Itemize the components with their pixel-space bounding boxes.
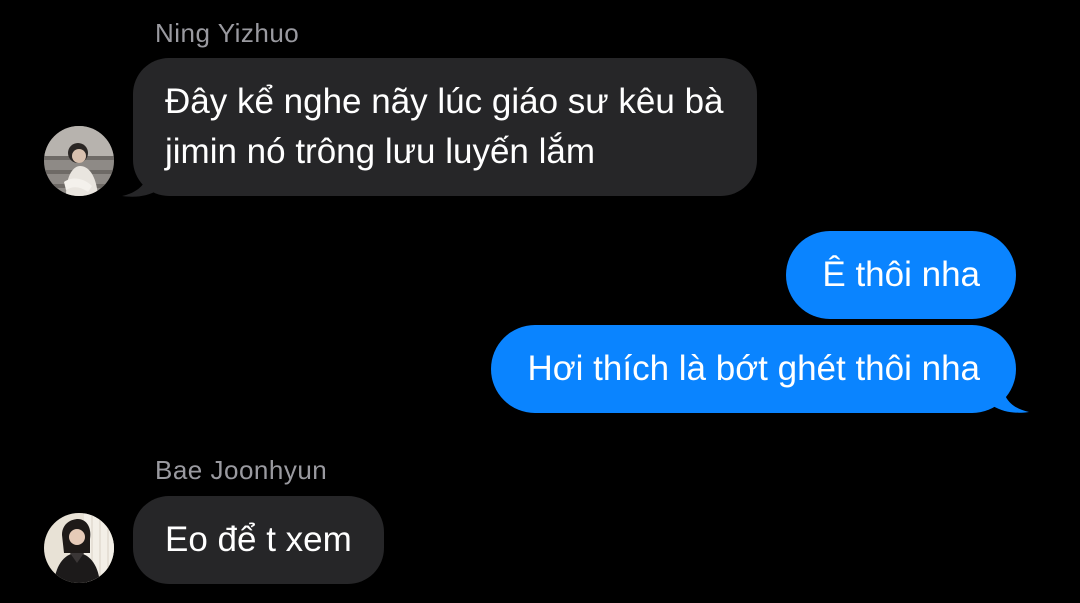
- message-text: Eo để t xem: [165, 520, 352, 559]
- avatar[interactable]: [44, 126, 114, 196]
- message-text-line: jimin nó trông lưu luyến lắm: [165, 132, 596, 171]
- avatar-photo-icon: [44, 513, 114, 583]
- incoming-message-bubble[interactable]: Đây kể nghe nãy lúc giáo sư kêu bà jimin…: [133, 58, 757, 196]
- bubble-tail: [993, 384, 1029, 413]
- incoming-message-bubble[interactable]: Eo để t xem: [133, 496, 384, 584]
- sender-name: Bae Joonhyun: [155, 455, 328, 485]
- bubble-tail: [122, 168, 158, 197]
- outgoing-message-bubble[interactable]: Ê thôi nha: [786, 231, 1016, 319]
- outgoing-message-bubble[interactable]: Hơi thích là bớt ghét thôi nha: [491, 325, 1016, 413]
- message-text: Ê thôi nha: [822, 255, 980, 294]
- avatar-photo-icon: [44, 126, 114, 196]
- message-text: Hơi thích là bớt ghét thôi nha: [527, 349, 980, 388]
- avatar[interactable]: [44, 513, 114, 583]
- sender-name: Ning Yizhuo: [155, 18, 300, 48]
- message-text-line: Đây kể nghe nãy lúc giáo sư kêu bà: [165, 82, 724, 121]
